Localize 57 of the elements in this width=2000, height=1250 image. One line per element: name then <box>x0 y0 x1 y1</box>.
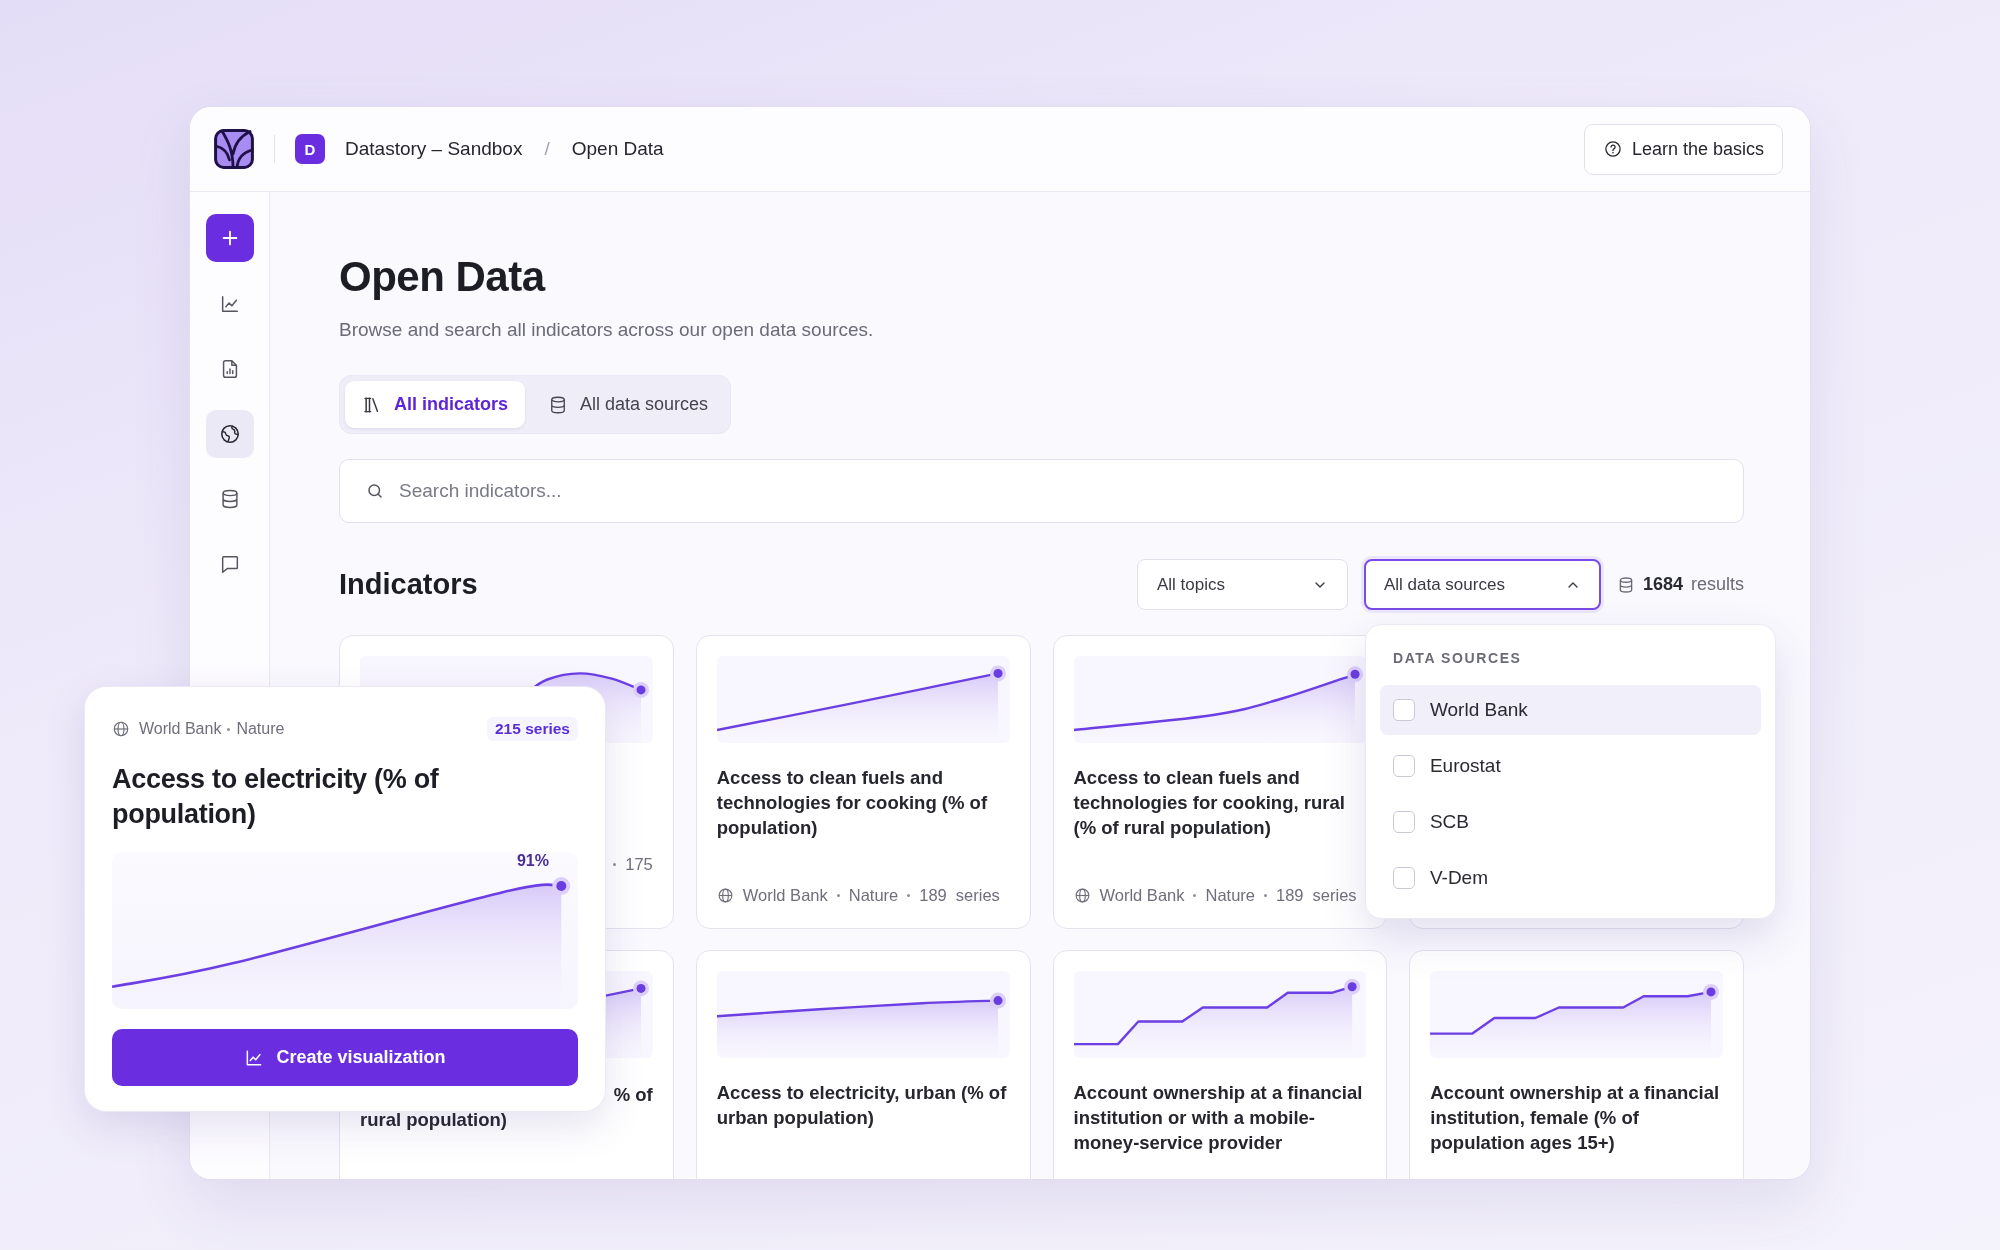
checkbox[interactable] <box>1392 811 1415 833</box>
globe-icon <box>1073 886 1091 904</box>
create-visualization-button[interactable]: Create visualization <box>112 1029 578 1086</box>
card-title: Access to electricity, urban (% of urban population) <box>716 1081 1007 1130</box>
workspace-name[interactable]: Datastory – Sandbox <box>345 138 523 160</box>
globe-icon <box>218 423 241 445</box>
indicator-card[interactable]: Access to clean fuels and technologies for cooking (% of population) World Bank Nature 189 series <box>695 635 1031 929</box>
indicator-card[interactable]: Account ownership at a financial institution or with a mobile-money-service provider <box>1052 950 1388 1179</box>
logo-icon[interactable] <box>214 129 254 169</box>
indicator-card[interactable]: Access to electricity, urban (% of urban population) <box>695 950 1031 1179</box>
result-count: 1684 <box>1642 574 1683 595</box>
checkbox[interactable] <box>1392 867 1415 889</box>
indicator-card[interactable]: Account ownership at a financial institution, female (% of population ages 15+) <box>1409 950 1744 1179</box>
workspace-avatar[interactable]: D <box>295 134 325 164</box>
tab[interactable]: All data sources <box>531 381 726 428</box>
topic-label: Nature <box>1205 885 1255 905</box>
topic-label: Nature <box>848 885 899 905</box>
series-count: 175 <box>625 854 653 874</box>
series-label: series <box>1312 885 1357 905</box>
card-title: Access to clean fuels and technologies for cooking (% of population) <box>716 766 989 840</box>
page-subtitle: Browse and search all indicators across our open data sources. <box>339 318 874 342</box>
add-button[interactable] <box>205 214 254 262</box>
card-title: Access to clean fuels and technologies for cooking, rural (% of rural population) <box>1073 766 1346 840</box>
option-row[interactable]: World Bank <box>1379 685 1761 735</box>
menu-heading: DATA SOURCES <box>1391 649 1523 668</box>
search-field[interactable]: Search indicators... <box>339 459 1744 523</box>
checkbox[interactable] <box>1392 755 1415 777</box>
nav-button[interactable] <box>205 410 254 458</box>
topic-label: Nature <box>236 720 285 738</box>
search-icon <box>366 482 384 500</box>
value-label: 91% <box>516 852 549 870</box>
source-label: World Bank <box>1099 885 1185 905</box>
series-badge: 215 series <box>487 717 578 741</box>
card-title: Account ownership at a financial institution, female (% of population ages 15+) <box>1430 1081 1721 1155</box>
source-label: World Bank <box>742 885 828 905</box>
series-count: 189 <box>1276 885 1304 905</box>
card-title: Account ownership at a financial institution or with a mobile-money-service provider <box>1073 1081 1364 1155</box>
checkbox[interactable] <box>1392 699 1415 721</box>
source-label: World Bank <box>139 720 222 738</box>
help-icon <box>1603 140 1622 158</box>
result-label: results <box>1691 574 1744 595</box>
card-title: rural population) <box>360 1109 507 1130</box>
section-heading: Indicators <box>339 568 478 601</box>
filter-dropdown[interactable]: All topics <box>1136 559 1348 610</box>
page-breadcrumb: Open Data <box>571 138 664 160</box>
breadcrumb-separator: / <box>544 138 550 160</box>
globe-icon <box>716 886 734 904</box>
series-label: series <box>955 885 1000 905</box>
globe-icon <box>112 720 130 738</box>
page-title: Open Data <box>339 252 545 302</box>
popover-title: Access to electricity (% of population) <box>112 763 440 831</box>
series-count: 189 <box>919 885 947 905</box>
tab[interactable]: All indicators <box>345 381 526 428</box>
help-button[interactable]: Learn the basics <box>1583 123 1783 175</box>
card-title: % of <box>613 1084 653 1105</box>
filter-dropdown[interactable]: All data sources <box>1363 559 1601 610</box>
indicator-card[interactable]: Access to clean fuels and technologies for cooking, rural (% of rural population) World Bank Nature 189 series <box>1052 635 1388 929</box>
